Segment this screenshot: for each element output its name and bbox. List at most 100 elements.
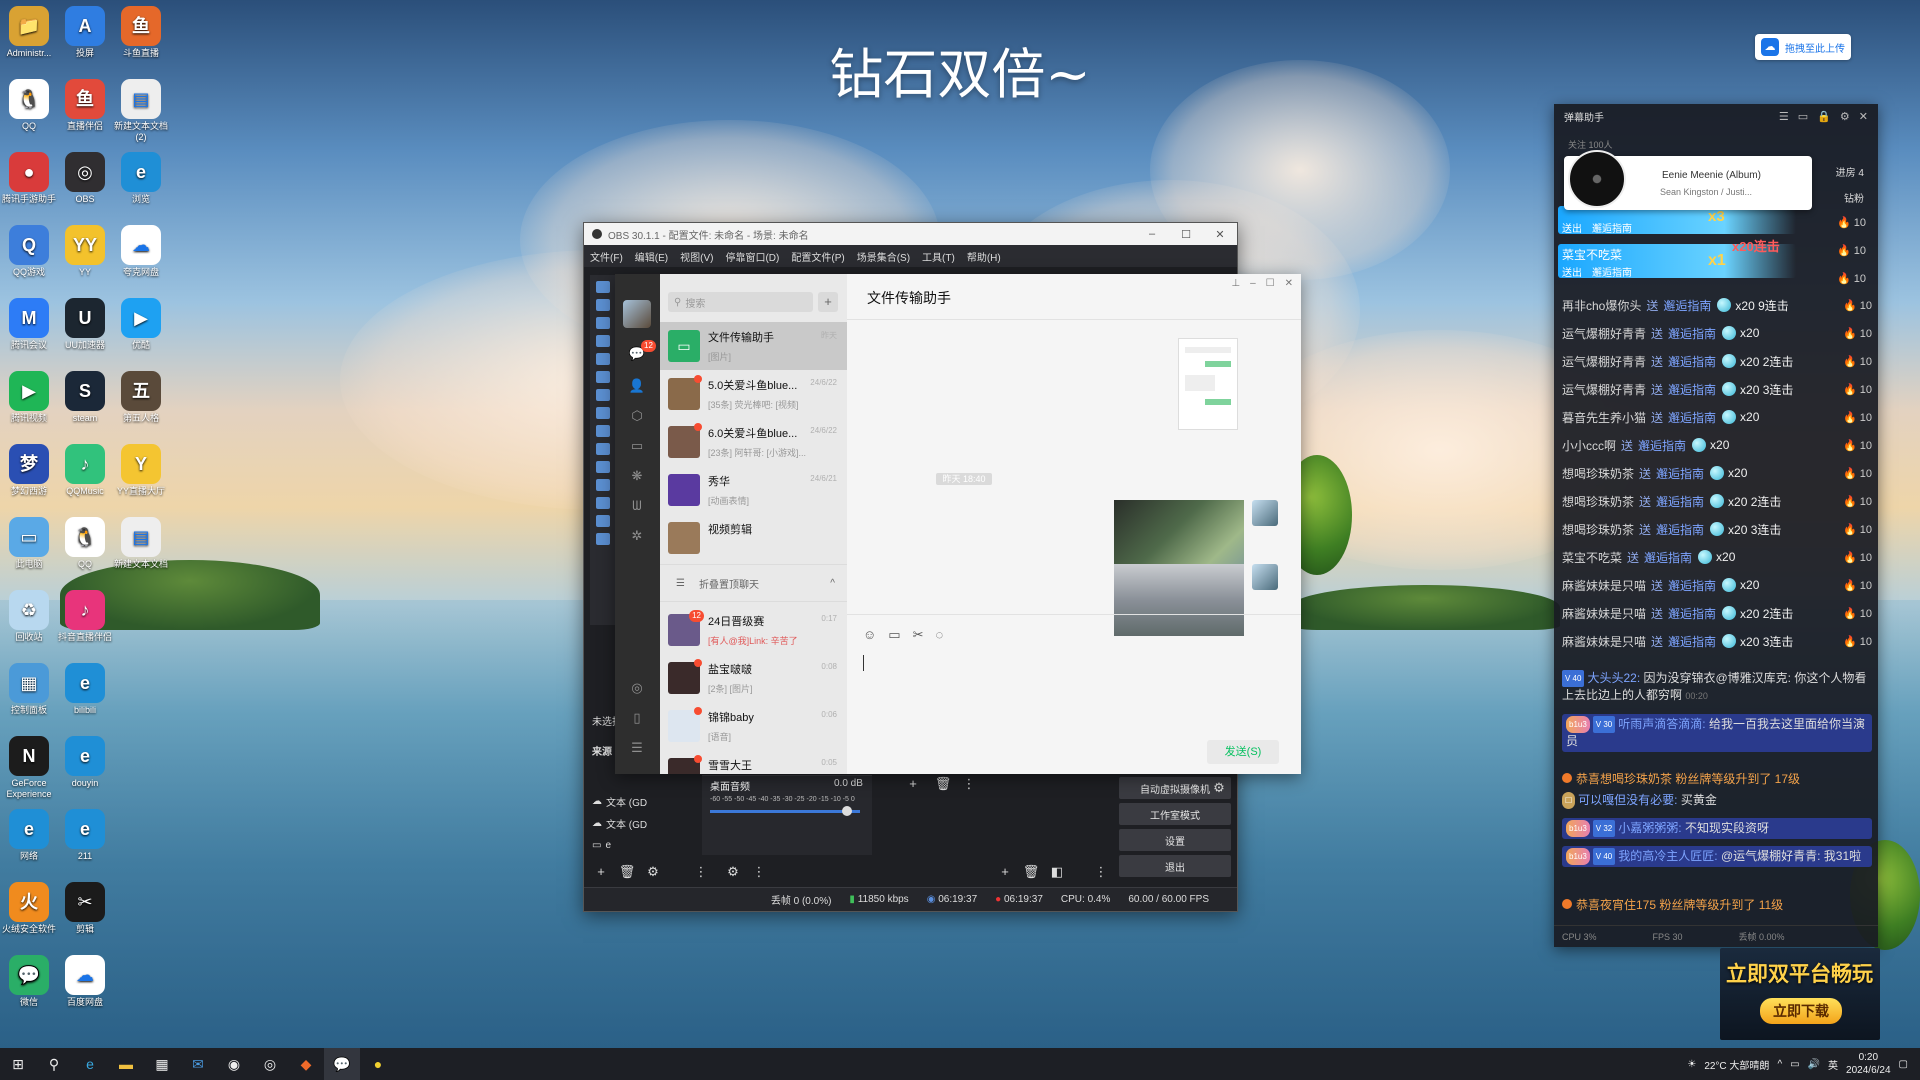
- window-icon[interactable]: ▭: [1798, 110, 1808, 123]
- add-source-button[interactable]: +: [592, 863, 610, 881]
- user-avatar[interactable]: [623, 300, 651, 328]
- add-transition-button[interactable]: +: [996, 863, 1014, 881]
- add-audio-button[interactable]: +: [904, 775, 922, 793]
- chat-history-icon[interactable]: ◌: [935, 627, 943, 643]
- virtual-camera-settings-icon[interactable]: ⚙: [1210, 779, 1228, 797]
- maximize-button[interactable]: ☐: [1169, 228, 1203, 241]
- desktop-icon[interactable]: ✂ 剪辑: [56, 882, 114, 935]
- douyu-icon[interactable]: ◆: [288, 1048, 324, 1080]
- download-button[interactable]: 立即下载: [1760, 998, 1842, 1024]
- search-input[interactable]: ⚲ 搜索: [668, 292, 813, 312]
- chat-item[interactable]: 盐宝啵啵 [2条] [图片] 0:08: [660, 654, 847, 702]
- desktop-icon[interactable]: ☁ 百度网盘: [56, 955, 114, 1008]
- desktop-icon[interactable]: ▦ 控制面板: [0, 663, 58, 716]
- audio-menu-icon[interactable]: ⋮: [960, 775, 978, 793]
- obs-menu-item[interactable]: 文件(F): [590, 249, 623, 264]
- filters-icon[interactable]: ⋮: [692, 863, 710, 881]
- qqmusic-icon[interactable]: ●: [360, 1048, 396, 1080]
- close-button[interactable]: ✕: [1285, 278, 1293, 289]
- desktop-icon[interactable]: ☁ 夸克网盘: [112, 225, 170, 278]
- desktop-icon[interactable]: ● 腾讯手游助手: [0, 152, 58, 205]
- desktop-icon[interactable]: 📁 Administr...: [0, 6, 58, 59]
- close-button[interactable]: ✕: [1203, 228, 1237, 241]
- obs-menu-item[interactable]: 停靠窗口(D): [725, 249, 779, 264]
- chat-item[interactable]: 6.0关爱斗鱼blue... [23条] 阿轩哥: [小游戏]... 24/6/22: [660, 418, 847, 466]
- start-icon[interactable]: ⊞: [0, 1048, 36, 1080]
- desktop-icon[interactable]: ▶ 优酷: [112, 298, 170, 351]
- source-settings-icon[interactable]: ⚙: [644, 863, 662, 881]
- obs-menu-item[interactable]: 工具(T): [922, 249, 955, 264]
- send-button[interactable]: 发送(S): [1207, 740, 1279, 764]
- remove-audio-button[interactable]: 🗑: [934, 775, 952, 793]
- desktop-icon[interactable]: ♻ 回收站: [0, 590, 58, 643]
- studio-mode-button[interactable]: 工作室模式: [1119, 803, 1231, 825]
- obs-menu-item[interactable]: 视图(V): [680, 249, 713, 264]
- emoji-icon[interactable]: ☺: [863, 627, 876, 643]
- mixer-settings-icon[interactable]: ⚙: [724, 863, 742, 881]
- settings-button[interactable]: 设置: [1119, 829, 1231, 851]
- add-chat-button[interactable]: +: [818, 292, 838, 312]
- store-icon[interactable]: ▦: [144, 1048, 180, 1080]
- wechat-icon[interactable]: 💬: [324, 1048, 360, 1080]
- desktop-icon[interactable]: 鱼直播伴侣: [56, 79, 114, 132]
- exit-button[interactable]: 退出: [1119, 855, 1231, 877]
- folder-icon[interactable]: ▭: [627, 436, 647, 456]
- filter-icon[interactable]: ☰: [1779, 110, 1789, 123]
- chat-item[interactable]: 视频剪辑: [660, 514, 847, 562]
- message-input-area[interactable]: ☺ ▭ ✂ ◌ 发送(S): [847, 614, 1301, 774]
- obs-menu-item[interactable]: 帮助(H): [967, 249, 1001, 264]
- close-icon[interactable]: ✕: [1859, 110, 1868, 123]
- volume-slider-handle[interactable]: [842, 806, 852, 816]
- volume-icon[interactable]: 🔊: [1808, 1059, 1820, 1070]
- chat-item[interactable]: 5.0关爱斗鱼blue... [35条] 荧光棒吧: [视频] 24/6/22: [660, 370, 847, 418]
- chat-item[interactable]: 12 24日晋级赛 [有人@我]Link: 辛苦了 0:17: [660, 606, 847, 654]
- desktop-icon[interactable]: e 网络: [0, 809, 58, 862]
- moments-icon[interactable]: ❋: [627, 466, 647, 486]
- maximize-button[interactable]: ☐: [1266, 278, 1275, 289]
- obs-menu-item[interactable]: 场景集合(S): [857, 249, 910, 264]
- desktop-icon[interactable]: U UU加速器: [56, 298, 114, 351]
- favorites-icon[interactable]: ⬡: [627, 406, 647, 426]
- input-language[interactable]: 英: [1828, 1057, 1838, 1072]
- chat-item[interactable]: ▭ 文件传输助手 [图片] 昨天: [660, 322, 847, 370]
- phone-icon[interactable]: ▯: [627, 708, 647, 728]
- obs-menu-item[interactable]: 配置文件(P): [791, 249, 844, 264]
- edge-icon[interactable]: e: [72, 1048, 108, 1080]
- minimize-button[interactable]: –: [1135, 228, 1169, 241]
- transition-menu-icon[interactable]: ⋮: [1092, 863, 1110, 881]
- screenshot-icon[interactable]: ✂: [913, 627, 924, 643]
- settings-menu-icon[interactable]: ☰: [627, 738, 647, 758]
- file-icon[interactable]: ▭: [888, 627, 900, 643]
- miniprogram-panel-icon[interactable]: ◎: [627, 678, 647, 698]
- source-item[interactable]: ☁ 文本 (GD: [592, 813, 662, 833]
- desktop-icon[interactable]: 🐧 QQ: [0, 79, 58, 132]
- minimize-button[interactable]: –: [1250, 278, 1256, 289]
- desktop-icon[interactable]: 五第五人格: [112, 371, 170, 424]
- desktop-icon[interactable]: ▤ 新建文本文档: [112, 517, 170, 570]
- chat-item[interactable]: 锦锦baby [语音] 0:06: [660, 702, 847, 750]
- promo-banner[interactable]: 立即双平台畅玩 立即下载: [1720, 948, 1880, 1040]
- source-item[interactable]: ▭ e: [592, 835, 662, 855]
- desktop-icon[interactable]: ◎ OBS: [56, 152, 114, 205]
- desktop-icon[interactable]: N GeForce Experience: [0, 736, 58, 800]
- drag-upload-button[interactable]: ☁ 拖拽至此上传: [1755, 34, 1851, 60]
- image-message[interactable]: [1178, 338, 1238, 430]
- mixer-menu-icon[interactable]: ⋮: [750, 863, 768, 881]
- chat-item[interactable]: 雪雪大王[3条] 今晚开挂打屁屁0:05: [660, 750, 847, 774]
- desktop-icon[interactable]: M 腾讯会议: [0, 298, 58, 351]
- desktop-icon[interactable]: e douyin: [56, 736, 114, 789]
- volume-slider[interactable]: [710, 810, 860, 813]
- folded-pinned-chats[interactable]: ☰ 折叠置顶聊天 ^: [660, 564, 847, 602]
- transition-props-icon[interactable]: ◧: [1048, 863, 1066, 881]
- settings-icon[interactable]: ⚙: [1840, 110, 1850, 123]
- desktop-icon[interactable]: ♪ 抖音直播伴侣: [56, 590, 114, 643]
- weather-text[interactable]: 22°C 大部晴朗: [1704, 1057, 1769, 1072]
- desktop-icon[interactable]: ♪ QQMusic: [56, 444, 114, 497]
- miniprogram-icon[interactable]: ✲: [627, 526, 647, 546]
- desktop-icon[interactable]: YY YY: [56, 225, 114, 278]
- remove-transition-button[interactable]: 🗑: [1022, 863, 1040, 881]
- desktop-icon[interactable]: e 211: [56, 809, 114, 862]
- now-playing-card[interactable]: Eenie Meenie (Album) Sean Kingston / Jus…: [1564, 150, 1812, 210]
- search-icon[interactable]: ⚲: [36, 1048, 72, 1080]
- desktop-icon[interactable]: e 浏览: [112, 152, 170, 205]
